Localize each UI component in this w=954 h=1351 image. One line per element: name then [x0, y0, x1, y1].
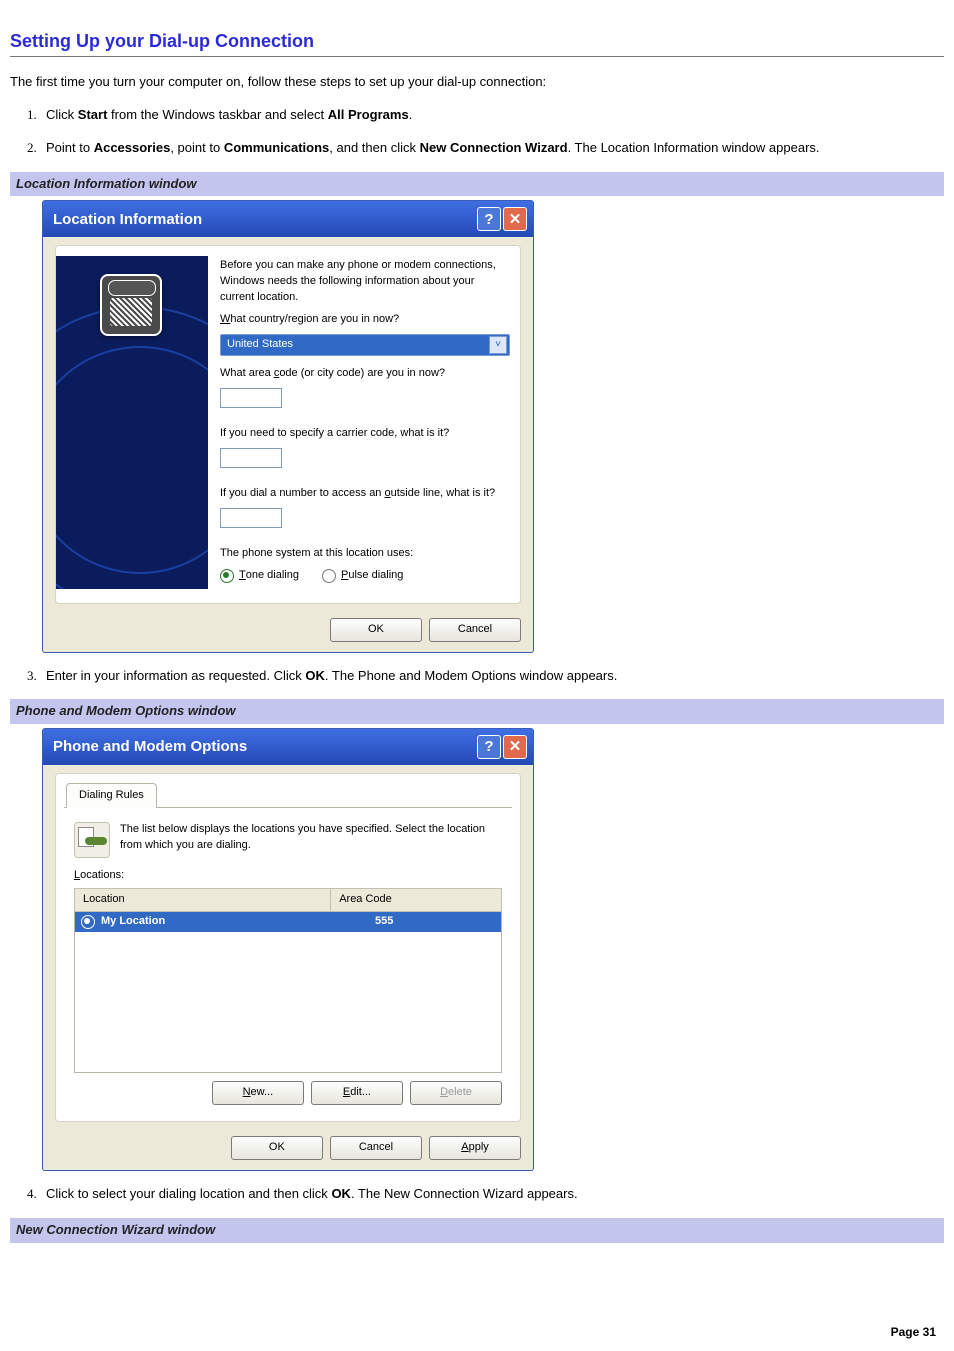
- txt: . The Phone and Modem Options window app…: [325, 668, 617, 683]
- carrier-input[interactable]: [220, 448, 282, 468]
- txt: OK: [305, 668, 325, 683]
- step-2: Point to Accessories, point to Communica…: [40, 139, 944, 158]
- step-1: Click Start from the Windows taskbar and…: [40, 106, 944, 125]
- txt: Point to: [46, 140, 94, 155]
- ok-button[interactable]: OK: [231, 1136, 323, 1160]
- txt: .: [409, 107, 413, 122]
- row-areacode: 555: [375, 914, 495, 930]
- delete-button[interactable]: Delete: [410, 1081, 502, 1105]
- close-button[interactable]: ✕: [503, 735, 527, 759]
- txt: Enter in your information as requested. …: [46, 668, 305, 683]
- areacode-label: What area code (or city code) are you in…: [220, 366, 510, 382]
- country-select[interactable]: United States ˅: [220, 334, 510, 356]
- selected-value: United States: [227, 337, 489, 353]
- txt: Accessories: [94, 140, 171, 155]
- row-location: My Location: [101, 914, 375, 930]
- apply-button[interactable]: Apply: [429, 1136, 521, 1160]
- txt: . The New Connection Wizard appears.: [351, 1186, 578, 1201]
- dialog-title: Phone and Modem Options: [53, 736, 475, 758]
- cancel-button[interactable]: Cancel: [330, 1136, 422, 1160]
- phone-system-label: The phone system at this location uses:: [220, 546, 510, 562]
- txt: from the Windows taskbar and select: [107, 107, 327, 122]
- panel-desc: The list below displays the locations yo…: [120, 822, 502, 854]
- radio-selected-icon: [81, 915, 95, 929]
- step-3: Enter in your information as requested. …: [40, 667, 944, 686]
- phone-modem-dialog: Phone and Modem Options ? ✕ Dialing Rule…: [42, 728, 534, 1171]
- locations-table: Location Area Code My Location 555: [74, 888, 502, 1073]
- txt: Click to select your dialing location an…: [46, 1186, 331, 1201]
- txt: , point to: [170, 140, 223, 155]
- outside-line-input[interactable]: [220, 508, 282, 528]
- pulse-dialing-radio[interactable]: Pulse dialing: [322, 568, 403, 584]
- intro-text: The first time you turn your computer on…: [10, 73, 944, 92]
- edit-button[interactable]: Edit...: [311, 1081, 403, 1105]
- new-button[interactable]: New...: [212, 1081, 304, 1105]
- step-4: Click to select your dialing location an…: [40, 1185, 944, 1204]
- col-areacode: Area Code: [331, 889, 502, 912]
- dialog-titlebar: Location Information ? ✕: [43, 201, 533, 237]
- txt: Communications: [224, 140, 329, 155]
- cancel-button[interactable]: Cancel: [429, 618, 521, 642]
- tone-dialing-radio[interactable]: Tone dialing: [220, 568, 299, 584]
- phone-location-icon: [74, 822, 110, 858]
- help-button[interactable]: ?: [477, 735, 501, 759]
- help-button[interactable]: ?: [477, 207, 501, 231]
- txt: OK: [331, 1186, 351, 1201]
- areacode-input[interactable]: [220, 388, 282, 408]
- steps-list: Click Start from the Windows taskbar and…: [40, 106, 944, 158]
- txt: , and then click: [329, 140, 419, 155]
- intro-text: Before you can make any phone or modem c…: [220, 258, 510, 306]
- locations-label: Locations:: [74, 868, 502, 884]
- country-label: What country/region are you in now?: [220, 312, 510, 328]
- steps-list: Click to select your dialing location an…: [40, 1185, 944, 1204]
- dialog-title: Location Information: [53, 209, 475, 231]
- location-form: Before you can make any phone or modem c…: [220, 256, 510, 588]
- dialog-titlebar: Phone and Modem Options ? ✕: [43, 729, 533, 765]
- close-button[interactable]: ✕: [503, 207, 527, 231]
- carrier-label: If you need to specify a carrier code, w…: [220, 426, 510, 442]
- txt: Start: [78, 107, 108, 122]
- caption-location-info: Location Information window: [10, 172, 944, 197]
- ok-button[interactable]: OK: [330, 618, 422, 642]
- page-title: Setting Up your Dial-up Connection: [10, 28, 944, 57]
- outside-line-label: If you dial a number to access an outsid…: [220, 486, 510, 502]
- steps-list: Enter in your information as requested. …: [40, 667, 944, 686]
- page-number: Page 31: [891, 1324, 936, 1341]
- dialog-sidebar-graphic: [56, 256, 208, 588]
- caption-phone-modem: Phone and Modem Options window: [10, 699, 944, 724]
- location-info-dialog: Location Information ? ✕ Before you can …: [42, 200, 534, 652]
- caption-new-connection: New Connection Wizard window: [10, 1218, 944, 1243]
- tab-dialing-rules[interactable]: Dialing Rules: [66, 783, 157, 808]
- location-row-selected[interactable]: My Location 555: [75, 912, 501, 932]
- txt: All Programs: [328, 107, 409, 122]
- dialing-rules-panel: The list below displays the locations yo…: [64, 807, 512, 1111]
- txt: . The Location Information window appear…: [568, 140, 820, 155]
- phone-icon: [100, 274, 162, 336]
- col-location: Location: [75, 889, 331, 912]
- txt: Click: [46, 107, 78, 122]
- chevron-down-icon[interactable]: ˅: [489, 336, 507, 354]
- txt: New Connection Wizard: [420, 140, 568, 155]
